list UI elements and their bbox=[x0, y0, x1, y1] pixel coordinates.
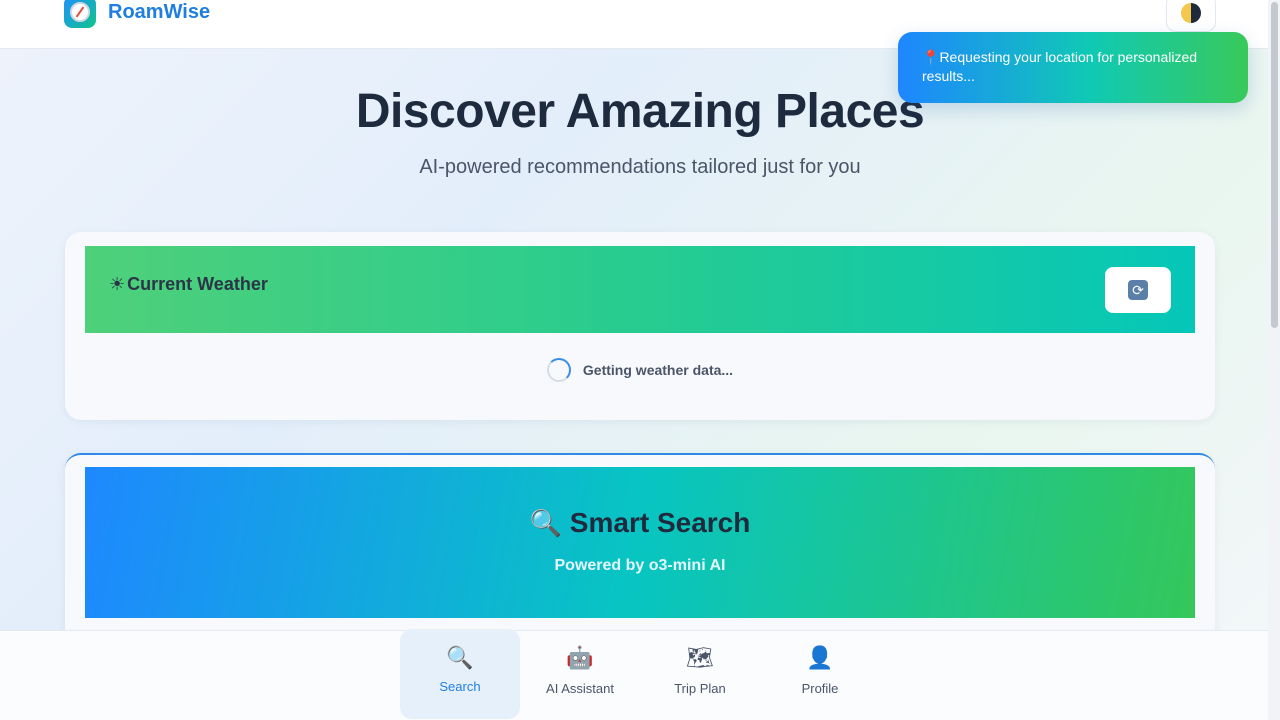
nav-item-trip-plan[interactable]: 🗺 Trip Plan bbox=[640, 629, 760, 719]
toast-message: Requesting your location for personalize… bbox=[922, 49, 1198, 84]
nav-label-profile: Profile bbox=[801, 681, 839, 696]
user-icon: 👤 bbox=[806, 645, 834, 670]
nav-item-ai-assistant[interactable]: 🤖 AI Assistant bbox=[520, 629, 640, 719]
nav-label-ai-assistant: AI Assistant bbox=[546, 681, 614, 696]
smart-search-title: 🔍 Smart Search bbox=[85, 507, 1195, 539]
nav-label-trip-plan: Trip Plan bbox=[674, 681, 726, 696]
weather-title-text: Current Weather bbox=[127, 274, 268, 294]
nav-item-profile[interactable]: 👤 Profile bbox=[760, 629, 880, 719]
smart-search-header: 🔍 Smart Search Powered by o3-mini AI bbox=[85, 467, 1195, 618]
robot-icon: 🤖 bbox=[566, 645, 594, 670]
weather-header: ☀ Current Weather ⟳ bbox=[85, 246, 1195, 333]
weather-card: ☀ Current Weather ⟳ Getting weather data… bbox=[65, 232, 1215, 420]
half-moon-icon bbox=[1181, 3, 1201, 23]
page-subtitle: AI-powered recommendations tailored just… bbox=[419, 156, 861, 178]
theme-toggle-button[interactable] bbox=[1166, 0, 1216, 32]
compass-icon[interactable] bbox=[64, 0, 96, 28]
refresh-weather-button[interactable]: ⟳ bbox=[1105, 267, 1171, 313]
weather-title: ☀ Current Weather bbox=[109, 274, 268, 295]
nav-label-search: Search bbox=[439, 679, 481, 694]
weather-loading: Getting weather data... bbox=[65, 358, 1215, 382]
sun-cloud-icon: ☀ bbox=[109, 274, 126, 294]
nav-item-search[interactable]: 🔍 Search bbox=[400, 629, 520, 719]
loading-spinner bbox=[546, 358, 571, 382]
map-icon: 🗺 bbox=[686, 645, 714, 670]
brand-name[interactable]: RoamWise bbox=[108, 1, 210, 24]
magnifier-icon: 🔍 bbox=[446, 645, 474, 670]
pin-icon: 📍 bbox=[922, 49, 940, 65]
bottom-navigation: 🔍 Search 🤖 AI Assistant 🗺 Trip Plan 👤 Pr… bbox=[0, 629, 1268, 720]
refresh-icon: ⟳ bbox=[1128, 280, 1148, 300]
smart-search-subtitle: Powered by o3-mini AI bbox=[554, 557, 726, 574]
location-toast: 📍Requesting your location for personaliz… bbox=[898, 32, 1248, 103]
smart-search-title-text: Smart Search bbox=[569, 507, 751, 538]
smart-search-card: 🔍 Smart Search Powered by o3-mini AI bbox=[65, 453, 1215, 653]
magnifier-icon: 🔍 bbox=[529, 508, 563, 538]
loading-text: Getting weather data... bbox=[582, 362, 734, 378]
